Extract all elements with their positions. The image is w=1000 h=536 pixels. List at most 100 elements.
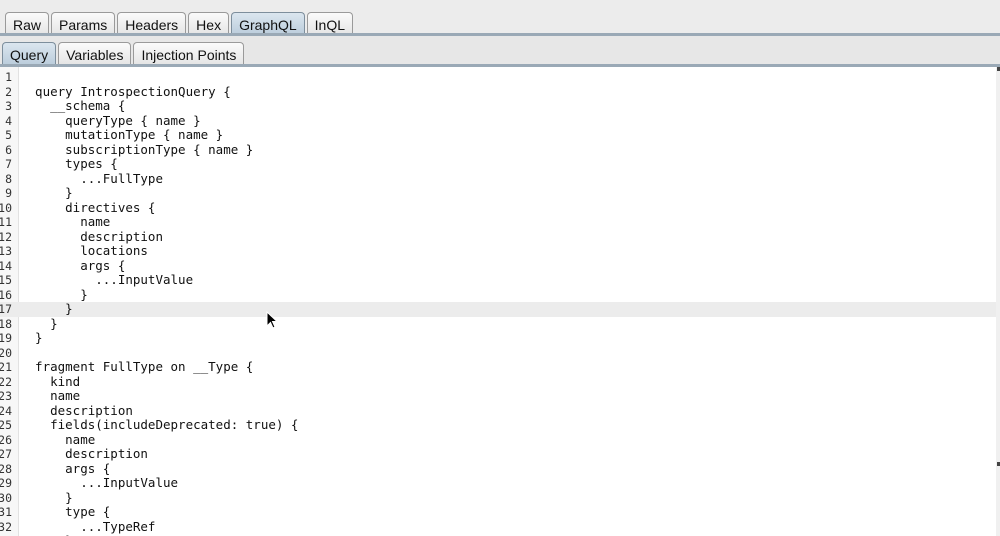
line-number: 23 <box>0 389 12 403</box>
line-number: 28 <box>0 461 12 476</box>
code-text: } <box>20 301 73 316</box>
code-line[interactable]: 32 ...TypeRef <box>0 518 996 535</box>
line-number: 14 <box>0 258 12 273</box>
line-number: 25 <box>0 418 12 432</box>
line-number: 10 <box>0 200 12 215</box>
query-editor[interactable]: 12 query IntrospectionQuery {3 __schema … <box>0 67 996 536</box>
line-number: 30 <box>0 490 12 505</box>
line-number: 18 <box>0 316 12 331</box>
line-number: 31 <box>0 505 12 519</box>
code-text: directives { <box>20 199 156 215</box>
code-line[interactable]: 18 } <box>0 315 996 332</box>
line-number: 1 <box>5 70 12 84</box>
code-text: description <box>20 402 133 418</box>
code-line[interactable]: 11 name <box>0 214 996 230</box>
code-text: type { <box>20 504 111 519</box>
subtab-query[interactable]: Query <box>2 42 57 66</box>
code-line[interactable]: 13 locations <box>0 243 996 259</box>
code-text: } <box>20 489 73 505</box>
code-line[interactable]: 21 fragment FullType on __Type { <box>0 359 996 375</box>
line-number: 24 <box>0 403 12 418</box>
code-text: description <box>20 446 148 461</box>
code-line[interactable]: 9 } <box>0 185 996 201</box>
code-text: } <box>20 315 58 331</box>
code-line[interactable]: 6 subscriptionType { name } <box>0 141 996 158</box>
code-text: } <box>20 185 73 200</box>
code-text: name <box>20 388 81 403</box>
top-tab-bar: Raw Params Headers Hex GraphQL InQL <box>0 0 1000 36</box>
code-line[interactable]: 24 description <box>0 402 996 419</box>
code-text: types { <box>20 156 118 171</box>
code-line[interactable]: 3 __schema { <box>0 98 996 114</box>
code-line[interactable]: 4 queryType { name } <box>0 112 996 129</box>
line-number: 5 <box>5 128 12 142</box>
code-line[interactable]: 30 } <box>0 489 996 506</box>
code-line[interactable]: 10 directives { <box>0 199 996 216</box>
code-text: queryType { name } <box>20 112 201 128</box>
code-line[interactable]: 8 ...FullType <box>0 170 996 187</box>
code-text: locations <box>20 243 148 258</box>
line-number: 32 <box>0 519 12 534</box>
code-text: ...FullType <box>20 170 163 186</box>
code-text: mutationType { name } <box>20 127 224 142</box>
code-line[interactable]: 14 args { <box>0 257 996 274</box>
sub-tab-bar: Query Variables Injection Points <box>0 36 1000 66</box>
line-number: 3 <box>5 99 12 113</box>
line-number: 7 <box>5 157 12 171</box>
line-number: 17 <box>0 302 12 316</box>
code-text: } <box>20 286 88 302</box>
code-line[interactable]: 31 type { <box>0 504 996 520</box>
code-text: name <box>20 214 111 229</box>
code-line[interactable]: 26 name <box>0 431 996 448</box>
code-line[interactable]: 28 args { <box>0 460 996 477</box>
code-line[interactable]: 2 query IntrospectionQuery { <box>0 83 996 100</box>
line-number: 11 <box>0 215 12 229</box>
code-line[interactable]: 7 types { <box>0 156 996 172</box>
code-text: query IntrospectionQuery { <box>20 83 231 99</box>
code-text: description <box>20 228 163 244</box>
code-text: fragment FullType on __Type { <box>20 359 254 374</box>
code-line[interactable]: 19 } <box>0 330 996 346</box>
code-text: ...TypeRef <box>20 518 156 534</box>
line-number: 4 <box>5 113 12 128</box>
vertical-scrollbar[interactable] <box>996 67 1000 536</box>
line-number: 9 <box>5 186 12 200</box>
code-line[interactable]: 16 } <box>0 286 996 303</box>
line-number: 29 <box>0 476 12 490</box>
code-text: args { <box>20 257 126 273</box>
line-number: 22 <box>0 374 12 389</box>
code-text: __schema { <box>20 98 126 113</box>
code-text: fields(includeDeprecated: true) { <box>20 417 299 432</box>
code-line[interactable]: 20 <box>0 346 996 361</box>
line-number: 15 <box>0 273 12 287</box>
code-line[interactable]: 5 mutationType { name } <box>0 127 996 143</box>
code-line[interactable]: 29 ...InputValue <box>0 475 996 491</box>
line-number: 20 <box>0 345 12 360</box>
code-text: args { <box>20 460 111 476</box>
code-text: ...InputValue <box>20 272 194 287</box>
code-line[interactable]: 15 ...InputValue <box>0 272 996 288</box>
line-number: 26 <box>0 432 12 447</box>
code-text: subscriptionType { name } <box>20 141 254 157</box>
code-line[interactable]: 1 <box>0 70 996 85</box>
line-number: 13 <box>0 244 12 258</box>
code-line[interactable]: 25 fields(includeDeprecated: true) { <box>0 417 996 433</box>
code-line[interactable]: 17 } <box>0 301 996 317</box>
code-text: kind <box>20 373 81 389</box>
code-line[interactable]: 22 kind <box>0 373 996 390</box>
code-line[interactable]: 23 name <box>0 388 996 404</box>
line-number: 27 <box>0 447 12 461</box>
code-line[interactable]: 12 description <box>0 228 996 245</box>
code-line[interactable]: 27 description <box>0 446 996 462</box>
code-text: } <box>20 330 43 345</box>
line-number: 8 <box>5 171 12 186</box>
line-number: 6 <box>5 142 12 157</box>
code-text: ...InputValue <box>20 475 179 490</box>
line-number: 16 <box>0 287 12 302</box>
code-text: name <box>20 431 96 447</box>
line-number: 12 <box>0 229 12 244</box>
line-number: 2 <box>5 84 12 99</box>
subtab-injection-points[interactable]: Injection Points <box>133 42 245 66</box>
line-number: 21 <box>0 360 12 374</box>
subtab-variables[interactable]: Variables <box>58 42 132 66</box>
